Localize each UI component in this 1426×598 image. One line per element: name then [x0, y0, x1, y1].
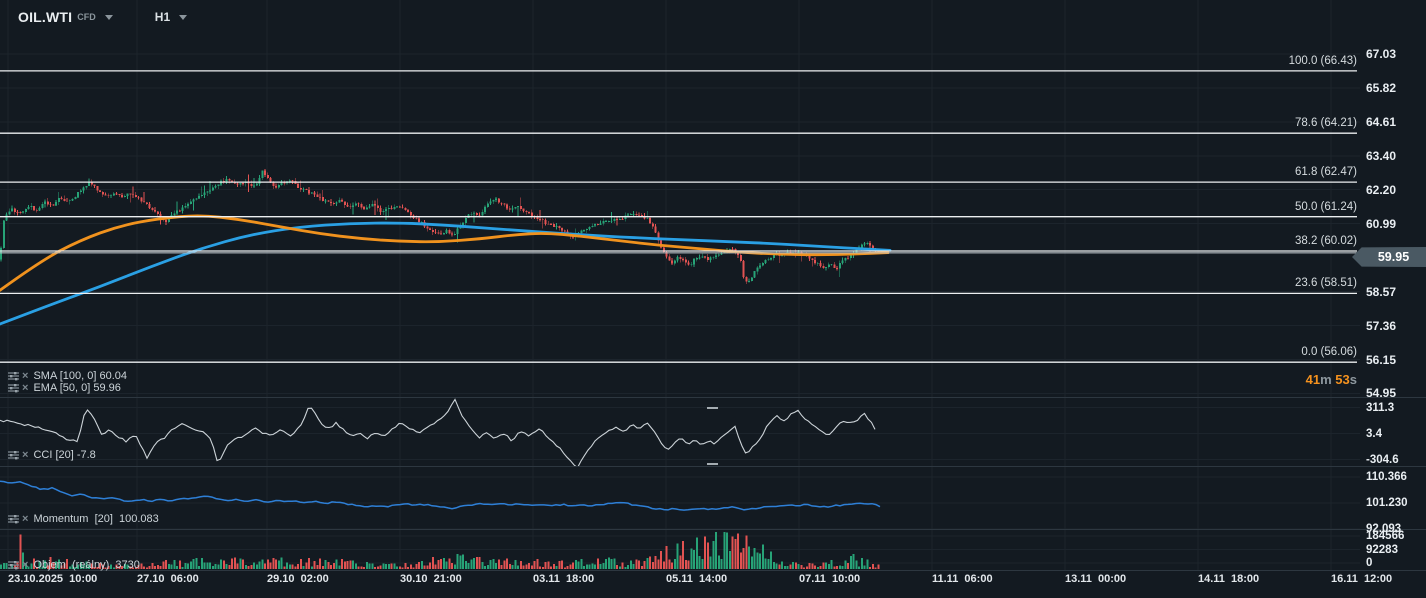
indicator-settings-icon[interactable]: [8, 371, 19, 381]
price-axis-label: 57.36: [1366, 319, 1396, 333]
price-axis-label: 62.20: [1366, 183, 1396, 197]
fib-lines[interactable]: [0, 71, 1357, 362]
time-axis-label: 29.10 02:00: [267, 573, 329, 585]
indicator-axis-label: 0: [1366, 556, 1372, 570]
sma-line: [0, 223, 890, 324]
timer-seconds: 53: [1335, 372, 1349, 387]
legend-row-momentum: × Momentum [20] 100.083: [8, 513, 159, 525]
legend-row-volume: × Objem (reálny) 3730: [8, 559, 140, 571]
trading-chart-window: OIL.WTI CFD H1 × SMA [100, 0] 60.04 × EM…: [0, 0, 1426, 598]
indicator-remove-icon[interactable]: ×: [22, 383, 28, 393]
price-axis-label: 65.82: [1366, 81, 1396, 95]
indicator-remove-icon[interactable]: ×: [22, 450, 28, 460]
candle-countdown-timer: 41m 53s: [1306, 372, 1357, 387]
fib-level-label: 38.2 (60.02): [1295, 234, 1357, 248]
momentum-label: Momentum [20] 100.083: [33, 513, 158, 525]
price-axis-label: 60.99: [1366, 217, 1396, 231]
timer-seconds-unit: s: [1350, 372, 1357, 387]
indicator-settings-icon[interactable]: [8, 450, 19, 460]
ema-label: EMA [50, 0] 59.96: [33, 382, 120, 394]
timer-minutes: 41: [1306, 372, 1320, 387]
time-axis-label: 16.11 12:00: [1331, 573, 1392, 585]
legend-row-ema: × EMA [50, 0] 59.96: [8, 382, 121, 394]
scale-handle-ticks[interactable]: [707, 408, 718, 464]
time-axis-label: 30.10 21:00: [400, 573, 462, 585]
price-axis-label: 56.15: [1366, 353, 1396, 367]
price-axis-label: 54.95: [1366, 386, 1396, 400]
sma-label: SMA [100, 0] 60.04: [33, 370, 127, 382]
volume-label: Objem (reálny) 3730: [33, 559, 139, 571]
time-axis-label: 14.11 18:00: [1198, 573, 1259, 585]
timeframe-dropdown-caret-icon[interactable]: [179, 15, 187, 20]
fib-level-label: 23.6 (58.51): [1295, 276, 1357, 290]
indicator-remove-icon[interactable]: ×: [22, 371, 28, 381]
time-axis-label: 03.11 18:00: [533, 573, 594, 585]
indicator-remove-icon[interactable]: ×: [22, 514, 28, 524]
indicator-settings-icon[interactable]: [8, 560, 19, 570]
indicator-settings-icon[interactable]: [8, 383, 19, 393]
candles-layer: [0, 169, 879, 284]
legend-row-sma: × SMA [100, 0] 60.04: [8, 370, 127, 382]
grid-layer: [0, 0, 1360, 570]
fib-level-label: 78.6 (64.21): [1295, 116, 1357, 130]
price-axis-label: 58.57: [1366, 285, 1396, 299]
instrument-type-badge: CFD: [77, 12, 96, 22]
cci-label: CCI [20] -7.8: [33, 449, 95, 461]
price-axis-label: 64.61: [1366, 115, 1396, 129]
fib-level-label: 100.0 (66.43): [1289, 54, 1357, 68]
fib-level-label: 0.0 (56.06): [1301, 345, 1357, 359]
indicator-axis-label: 92283: [1366, 543, 1398, 557]
timeframe-selector[interactable]: H1: [155, 10, 170, 24]
momentum-line: [0, 481, 880, 510]
timer-minutes-unit: m: [1320, 372, 1332, 387]
chart-header: OIL.WTI CFD H1: [18, 9, 187, 25]
current-price-tag: 59.95: [1352, 247, 1426, 267]
indicator-axis-label: 311.3: [1366, 401, 1394, 415]
chart-canvas[interactable]: [0, 0, 1426, 598]
price-axis-label: 63.40: [1366, 149, 1396, 163]
symbol-dropdown-caret-icon[interactable]: [105, 15, 113, 20]
time-axis-label: 05.11 14:00: [666, 573, 727, 585]
indicator-axis-label: 184566: [1366, 529, 1404, 543]
fib-level-label: 61.8 (62.47): [1295, 165, 1357, 179]
time-axis-label: 23.10.2025 10:00: [8, 573, 97, 585]
indicator-axis-label: -304.6: [1366, 453, 1399, 467]
indicator-settings-icon[interactable]: [8, 514, 19, 524]
indicator-axis-label: 110.366: [1366, 470, 1407, 484]
indicator-axis-label: 3.4: [1366, 427, 1382, 441]
price-axis-label: 67.03: [1366, 47, 1396, 61]
time-axis-label: 13.11 00:00: [1065, 573, 1126, 585]
indicator-remove-icon[interactable]: ×: [22, 560, 28, 570]
time-axis-label: 11.11 06:00: [932, 573, 993, 585]
time-axis-label: 07.11 10:00: [799, 573, 860, 585]
legend-row-cci: × CCI [20] -7.8: [8, 449, 96, 461]
symbol-name: OIL.WTI: [18, 9, 72, 25]
fib-level-label: 50.0 (61.24): [1295, 200, 1357, 214]
indicator-axis-label: 101.230: [1366, 496, 1408, 510]
time-axis-label: 27.10 06:00: [137, 573, 199, 585]
